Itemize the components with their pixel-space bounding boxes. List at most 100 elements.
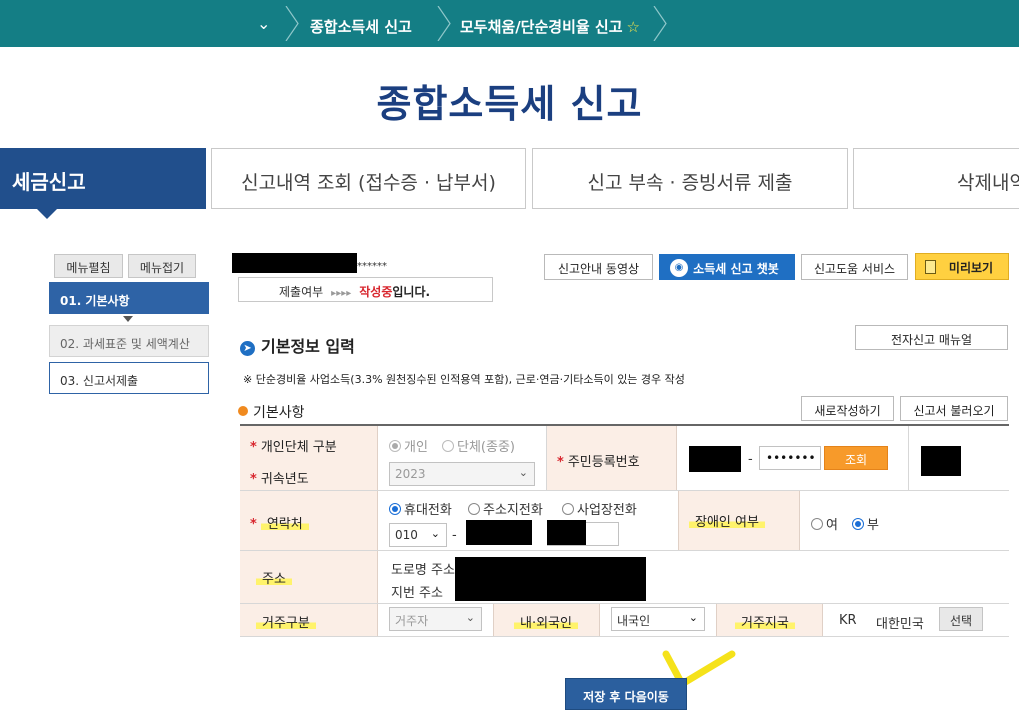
redacted-rrn-front <box>689 446 741 472</box>
down-arrow-icon <box>123 316 133 322</box>
road-address-label: 도로명 주소 <box>391 563 455 578</box>
tab-tax-report[interactable]: 세금신고 <box>0 148 206 219</box>
breadcrumb-simple-report[interactable]: 모두채움/단순경비율 신고 ☆ <box>460 16 640 37</box>
tab-deleted-history[interactable]: 삭제내역 <box>853 148 1019 209</box>
radio-icon <box>852 518 864 530</box>
status-value: 작성중 <box>359 285 393 299</box>
residence-value: 거주자 <box>395 614 429 628</box>
phone-type-mobile-label: 휴대전화 <box>404 503 452 518</box>
masked-id-suffix: ****** <box>357 261 387 272</box>
disability-label: 장애인 여부 <box>678 491 800 550</box>
person-type-individual-label: 개인 <box>404 440 428 455</box>
redacted-username <box>232 253 357 273</box>
help-service-button[interactable]: 신고도움 서비스 <box>801 254 908 280</box>
active-tab-pointer <box>37 209 57 219</box>
sub-section-title: 기본사항 <box>238 402 305 422</box>
contact-label: * 연락처 <box>240 491 378 550</box>
person-type-label-text: 개인단체 구분 <box>260 440 337 455</box>
phone-type-home[interactable]: 주소지전화 <box>468 499 543 518</box>
residence-select[interactable]: 거주자 ⌄ <box>389 607 482 631</box>
lot-address-label: 지번 주소 <box>391 586 443 601</box>
breadcrumb-separator <box>653 6 667 41</box>
phone-type-office[interactable]: 사업장전화 <box>562 499 637 518</box>
e-filing-manual-button[interactable]: 전자신고 매뉴얼 <box>855 325 1008 350</box>
residence-label: 거주구분 <box>240 604 378 636</box>
radio-icon <box>389 503 401 515</box>
rrn-back-input[interactable]: ••••••• <box>759 446 821 470</box>
breadcrumb-separator <box>437 6 451 41</box>
redacted-name <box>921 446 961 476</box>
phone-type-mobile[interactable]: 휴대전화 <box>389 499 452 518</box>
radio-icon <box>811 518 823 530</box>
disability-label-text: 장애인 여부 <box>689 515 765 530</box>
page-title: 종합소득세 신고 <box>376 82 643 126</box>
radio-icon <box>562 503 574 515</box>
phone-type-office-label: 사업장전화 <box>577 503 637 518</box>
contact-label-text: 연락처 <box>260 517 309 532</box>
disability-yes-label: 여 <box>826 518 838 533</box>
person-type-group-label: 단체(종중) <box>457 440 515 455</box>
residence-label-text: 거주구분 <box>256 616 316 631</box>
tab-attachments[interactable]: 신고 부속 · 증빙서류 제출 <box>532 148 848 209</box>
chatbot-button-label: 소득세 신고 챗봇 <box>693 262 779 276</box>
disability-yes[interactable]: 여 <box>811 514 838 533</box>
menu-collapse-button[interactable]: 메뉴접기 <box>128 254 196 278</box>
redacted-phone-middle <box>466 520 532 545</box>
nationality-select[interactable]: 내국인 ⌄ <box>611 607 705 631</box>
load-form-button[interactable]: 신고서 불러오기 <box>900 396 1008 421</box>
chevron-down-icon: ⌄ <box>688 611 698 624</box>
required-mark: * <box>250 440 257 455</box>
breadcrumb-separator <box>285 6 299 41</box>
redacted-phone-last <box>547 520 586 545</box>
tab-tax-report-label: 세금신고 <box>12 170 86 194</box>
left-menu-tax-calculation[interactable]: 02. 과세표준 및 세액계산 <box>49 325 209 357</box>
radio-icon <box>442 440 454 452</box>
required-mark: * <box>250 472 257 487</box>
chevron-down-icon[interactable]: ⌄ <box>257 14 270 33</box>
tax-year-label-text: 귀속년도 <box>260 472 309 487</box>
phone-prefix-value: 010 <box>395 528 418 542</box>
radio-icon <box>468 503 480 515</box>
preview-button[interactable]: 미리보기 <box>915 253 1009 280</box>
disability-no[interactable]: 부 <box>852 514 879 533</box>
preview-button-label: 미리보기 <box>948 261 994 275</box>
guide-video-button[interactable]: 신고안내 동영상 <box>544 254 653 280</box>
country-label-text: 거주지국 <box>735 616 795 631</box>
document-icon <box>925 260 936 274</box>
phone-dash: - <box>452 528 457 543</box>
menu-expand-button[interactable]: 메뉴펼침 <box>54 254 123 278</box>
breadcrumb-income-tax[interactable]: 종합소득세 신고 <box>310 16 412 37</box>
left-menu-basic-info[interactable]: 01. 기본사항 <box>49 282 209 314</box>
person-type-individual[interactable]: 개인 <box>389 436 428 455</box>
tax-year-select[interactable]: 2023 ⌄ <box>389 462 535 486</box>
star-outline-icon[interactable]: ☆ <box>627 18 640 36</box>
status-label: 제출여부 <box>279 285 324 299</box>
country-select-button[interactable]: 선택 <box>939 607 983 631</box>
rrn-label: * 주민등록번호 <box>547 426 677 490</box>
required-mark: * <box>557 455 564 470</box>
submission-status: 제출여부 ▸▸▸▸ 작성중입니다. <box>238 277 493 302</box>
tax-year-label: * 귀속년도 <box>240 458 378 490</box>
breadcrumb-simple-report-label: 모두채움/단순경비율 신고 <box>460 18 623 36</box>
arrow-circle-icon: ➤ <box>240 341 255 356</box>
nationality-value: 내국인 <box>617 614 651 628</box>
address-label-text: 주소 <box>256 572 292 587</box>
phone-prefix-select[interactable]: 010 ⌄ <box>389 523 447 547</box>
section-title: ➤ 기본정보 입력 <box>240 333 355 357</box>
tab-report-history[interactable]: 신고내역 조회 (접수증 · 납부서) <box>211 148 526 209</box>
chevron-down-icon: ⌄ <box>465 611 475 624</box>
table-bottom-border <box>240 636 1009 637</box>
section-title-label: 기본정보 입력 <box>261 337 355 356</box>
top-navigation-bar: ⌄ 종합소득세 신고 모두채움/단순경비율 신고 ☆ <box>0 0 1019 47</box>
left-menu-submit[interactable]: 03. 신고서제출 <box>49 362 209 394</box>
nationality-label-text: 내·외국인 <box>514 616 578 631</box>
rrn-label-text: 주민등록번호 <box>567 455 640 470</box>
status-suffix: 입니다. <box>392 285 431 299</box>
bullet-icon <box>238 406 248 416</box>
rrn-lookup-button[interactable]: 조회 <box>824 446 888 470</box>
phone-type-home-label: 주소지전화 <box>483 503 543 518</box>
new-form-button[interactable]: 새로작성하기 <box>801 396 894 421</box>
person-type-group[interactable]: 단체(종중) <box>442 436 515 455</box>
save-and-next-button[interactable]: 저장 후 다음이동 <box>565 678 687 710</box>
chatbot-button[interactable]: ◉ 소득세 신고 챗봇 <box>659 254 795 280</box>
